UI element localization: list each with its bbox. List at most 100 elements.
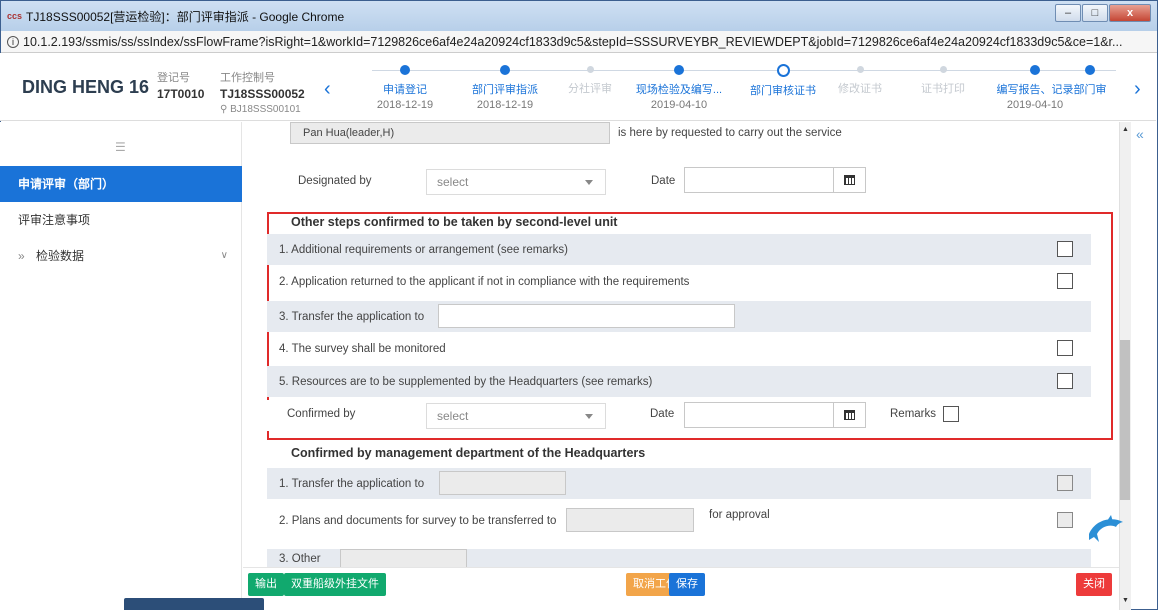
step-name: 部门审 bbox=[1073, 84, 1107, 96]
reg-value: 17T0010 bbox=[157, 87, 205, 101]
collapse-menu-icon[interactable]: ☰ bbox=[115, 140, 127, 154]
calendar-icon[interactable] bbox=[833, 168, 865, 192]
step-name: 现场检验及编写... bbox=[635, 84, 723, 96]
next-arrow-icon[interactable]: › bbox=[1134, 79, 1141, 99]
step-name: 分社评审 bbox=[568, 83, 612, 95]
workflow-step[interactable]: 分社评审 bbox=[545, 62, 635, 98]
info-icon[interactable]: i bbox=[7, 35, 19, 48]
work-sub: ⚲ BJ18SSS00101 bbox=[220, 104, 301, 115]
close-window-button[interactable]: x bbox=[1109, 4, 1151, 22]
step-date: 2018-12-19 bbox=[376, 99, 434, 111]
workflow-step[interactable]: 现场检验及编写... 2019-04-10 bbox=[634, 62, 724, 111]
checkbox-remarks[interactable] bbox=[943, 406, 959, 422]
list-item: 1. Additional requirements or arrangemen… bbox=[267, 234, 1091, 265]
scroll-up-icon[interactable]: ▲ bbox=[1122, 126, 1129, 133]
workflow-step[interactable]: 证书打印 bbox=[898, 62, 988, 98]
reg-label: 登记号 bbox=[157, 72, 190, 84]
step-date: 2019-04-10 bbox=[1006, 99, 1064, 111]
sidebar: ☰ 申请评审（部门） 评审注意事项 » 检验数据 ∨ bbox=[0, 122, 242, 610]
taskbar-fragment bbox=[124, 598, 264, 610]
chevron-down-icon: ∨ bbox=[220, 250, 228, 261]
step-name: 修改证书 bbox=[838, 83, 882, 95]
transfer-application-input[interactable] bbox=[438, 304, 735, 328]
workflow-step[interactable]: 申请登记 2018-12-19 bbox=[360, 62, 450, 111]
designated-by-select[interactable]: select bbox=[426, 169, 606, 195]
caret-down-icon bbox=[585, 180, 593, 185]
step-dot-icon bbox=[939, 66, 947, 73]
service-text: is here by requested to carry out the se… bbox=[618, 127, 842, 139]
step-dot-icon bbox=[586, 66, 594, 73]
caret-down-icon bbox=[585, 414, 593, 419]
confirm-row: Confirmed by select Date Remarks bbox=[267, 400, 1091, 431]
work-label: 工作控制号 bbox=[220, 72, 275, 84]
minimize-button[interactable]: – bbox=[1055, 4, 1081, 22]
checkbox-application-returned[interactable] bbox=[1057, 273, 1073, 289]
checkbox-hq-transfer[interactable] bbox=[1057, 475, 1073, 491]
dolphin-icon[interactable] bbox=[1085, 512, 1127, 548]
date-label: Date bbox=[651, 175, 676, 187]
export-button[interactable]: 输出 bbox=[248, 573, 284, 596]
checkbox-additional-requirements[interactable] bbox=[1057, 241, 1073, 257]
save-button[interactable]: 保存 bbox=[669, 573, 705, 596]
url-text[interactable]: 10.1.2.193/ssmis/ss/ssIndex/ssFlowFrame?… bbox=[23, 35, 1122, 49]
hq-title: Confirmed by management department of th… bbox=[291, 446, 646, 460]
close-button[interactable]: 关闭 bbox=[1076, 573, 1112, 596]
checkbox-resources-supplemented[interactable] bbox=[1057, 373, 1073, 389]
remarks-label: Remarks bbox=[890, 408, 937, 420]
title-bar: ccs TJ18SSS00052[营运检验]：部门评审指派 - Google C… bbox=[1, 1, 1157, 31]
calendar-icon[interactable] bbox=[833, 403, 865, 427]
checkbox-survey-monitored[interactable] bbox=[1057, 340, 1073, 356]
leader-field: Pan Hua(leader,H) bbox=[290, 122, 610, 144]
list-item: 2. Plans and documents for survey to be … bbox=[267, 505, 1091, 536]
prev-arrow-icon[interactable]: ‹ bbox=[324, 79, 331, 99]
workflow-step[interactable]: 部门审 bbox=[1062, 62, 1118, 99]
list-item: 5. Resources are to be supplemented by t… bbox=[267, 366, 1091, 397]
confirmed-date-input[interactable] bbox=[684, 402, 866, 428]
designated-date-input[interactable] bbox=[684, 167, 866, 193]
step-dot-icon bbox=[776, 64, 790, 77]
hq-transfer-input[interactable] bbox=[439, 471, 566, 495]
list-item: 2. Application returned to the applicant… bbox=[267, 266, 1091, 297]
maximize-button[interactable]: □ bbox=[1082, 4, 1108, 22]
app-icon: ccs bbox=[7, 11, 23, 21]
step-dot-icon bbox=[400, 65, 410, 75]
step-name: 证书打印 bbox=[921, 83, 965, 95]
sidebar-item-label: 检验数据 bbox=[36, 249, 85, 263]
sidebar-item-review[interactable]: 申请评审（部门） bbox=[0, 166, 242, 202]
list-item: 1. Transfer the application to bbox=[267, 468, 1091, 499]
step-dot-icon bbox=[500, 65, 510, 75]
sidebar-item-inspection-data[interactable]: » 检验数据 ∨ bbox=[0, 238, 242, 274]
checkbox-hq-plans[interactable] bbox=[1057, 512, 1073, 528]
sidebar-item-notes[interactable]: 评审注意事项 bbox=[0, 202, 242, 238]
workflow-step[interactable]: 部门评审指派 2018-12-19 bbox=[460, 62, 550, 111]
expand-panel-icon[interactable]: « bbox=[1136, 126, 1144, 142]
list-item: 4. The survey shall be monitored bbox=[267, 333, 1091, 364]
workflow-step[interactable]: 修改证书 bbox=[815, 62, 905, 98]
window-controls: – □ x bbox=[1054, 4, 1151, 22]
step-name: 部门评审指派 bbox=[472, 84, 538, 96]
list-item: 3. Other bbox=[267, 549, 1091, 567]
step-dot-icon bbox=[674, 65, 684, 75]
link-icon: ⚲ bbox=[220, 104, 231, 115]
step-dot-icon bbox=[1030, 65, 1040, 75]
step-dot-icon bbox=[856, 66, 864, 73]
scroll-down-icon[interactable]: ▼ bbox=[1122, 597, 1129, 604]
confirmed-by-label: Confirmed by bbox=[287, 408, 356, 420]
work-value: TJ18SSS00052 bbox=[220, 87, 305, 101]
scroll-thumb[interactable] bbox=[1120, 340, 1130, 500]
confirmed-by-select[interactable]: select bbox=[426, 403, 606, 429]
hq-other-input[interactable] bbox=[340, 549, 467, 567]
list-item: 3. Transfer the application to bbox=[267, 301, 1091, 332]
for-approval-text: for approval bbox=[709, 509, 770, 521]
action-bar: 输出 双重船级外挂文件 取消工作 保存 关闭 bbox=[243, 567, 1119, 610]
address-bar[interactable]: i 10.1.2.193/ssmis/ss/ssIndex/ssFlowFram… bbox=[1, 31, 1157, 53]
step-date: 2018-12-19 bbox=[476, 99, 534, 111]
second-level-title: Other steps confirmed to be taken by sec… bbox=[291, 215, 618, 229]
confirmed-date-label: Date bbox=[650, 408, 675, 420]
workflow-header: DING HENG 16 登记号 17T0010 工作控制号 TJ18SSS00… bbox=[0, 53, 1156, 121]
designated-by-label: Designated by bbox=[298, 175, 372, 187]
expand-icon: » bbox=[18, 249, 25, 263]
form-content: Pan Hua(leader,H) is here by requested t… bbox=[243, 122, 1119, 567]
hq-plans-input[interactable] bbox=[566, 508, 694, 532]
dual-class-button[interactable]: 双重船级外挂文件 bbox=[284, 573, 386, 596]
